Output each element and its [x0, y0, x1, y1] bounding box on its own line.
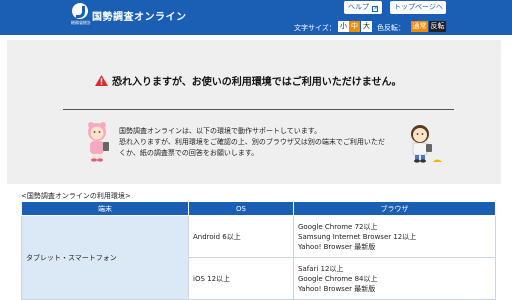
table-header-row: 端末 OS ブラウザ: [21, 201, 496, 216]
browser-item: Google Chrome 72以上: [298, 222, 378, 231]
column-header-browser: ブラウザ: [293, 201, 496, 216]
logo-subtitle: 総務省統計: [71, 20, 91, 25]
support-info-line: 恐れ入りますが、利用環境をご確認の上、別のブラウザ又は別の端末でご利用いただ: [119, 138, 385, 146]
browser-item: Samsung Internet Browser 12以上: [298, 232, 417, 241]
site-header: 総務省統計 国勢調査オンライン ヘルプ ↗ トップページへ ↗ 文字サイズ： 小 中…: [0, 0, 512, 35]
table-row: タブレット・スマートフォン Android 6以上 Google Chrome …: [21, 215, 496, 300]
browser-item: Yahoo! Browser 最新版: [298, 284, 376, 293]
help-button[interactable]: ヘルプ ↗: [344, 1, 382, 14]
divider: [63, 109, 454, 110]
warning-message: 恐れ入りますが、お使いの利用環境ではご利用いただけません。: [95, 73, 402, 88]
help-button-label: ヘルプ: [348, 3, 369, 11]
font-size-medium-button[interactable]: 中: [349, 21, 360, 32]
top-page-button[interactable]: トップページへ ↗: [390, 1, 452, 14]
support-info: 国勢調査オンラインは、以下の環境で動作サポートしています。 恐れ入りますが、利用…: [119, 126, 409, 159]
mascot-boy-icon: [411, 125, 442, 163]
browser-cell: Google Chrome 72以上 Samsung Internet Brow…: [293, 215, 496, 258]
mascot-girl-icon: [88, 122, 109, 162]
top-page-button-label: トップページへ: [394, 3, 443, 11]
font-size-label: 文字サイズ：: [294, 24, 336, 32]
os-cell: Android 6以上: [188, 215, 294, 258]
os-cell: iOS 12以上: [188, 257, 294, 300]
warning-icon: [95, 75, 108, 86]
warning-box: 恐れ入りますが、お使いの利用環境ではご利用いただけません。 国勢調査オンラインは…: [7, 40, 501, 184]
browser-cell: Safari 12以上 Google Chrome 84以上 Yahoo! Br…: [293, 257, 496, 300]
environment-title: <国勢調査オンラインの利用環境>: [21, 192, 131, 200]
color-reverse-button[interactable]: 反転: [429, 21, 446, 32]
font-size-small-button[interactable]: 小: [338, 21, 349, 32]
support-info-line: 国勢調査オンラインは、以下の環境で動作サポートしています。: [119, 127, 322, 135]
font-size-large-button[interactable]: 大: [361, 21, 372, 32]
browser-item: Safari 12以上: [298, 264, 344, 273]
browser-item: Google Chrome 84以上: [298, 274, 378, 283]
external-link-icon: ↗: [445, 6, 452, 12]
color-normal-button[interactable]: 通常: [411, 21, 428, 32]
logo-mark-icon: [72, 3, 88, 19]
site-title[interactable]: 国勢調査オンライン: [92, 8, 187, 23]
external-link-icon: ↗: [372, 6, 378, 12]
column-header-device: 端末: [21, 201, 189, 216]
stat-logo[interactable]: 総務省統計: [70, 3, 91, 29]
support-info-line: くか、紙の調査票での回答をお願いします。: [119, 149, 259, 157]
device-cell: タブレット・スマートフォン: [21, 215, 189, 300]
warning-message-text: 恐れ入りますが、お使いの利用環境ではご利用いただけません。: [112, 77, 402, 88]
browser-item: Yahoo! Browser 最新版: [298, 242, 376, 251]
environment-table: 端末 OS ブラウザ タブレット・スマートフォン Android 6以上 Goo…: [21, 201, 496, 300]
column-header-os: OS: [188, 201, 294, 216]
color-reverse-label: 色反転：: [377, 24, 405, 32]
